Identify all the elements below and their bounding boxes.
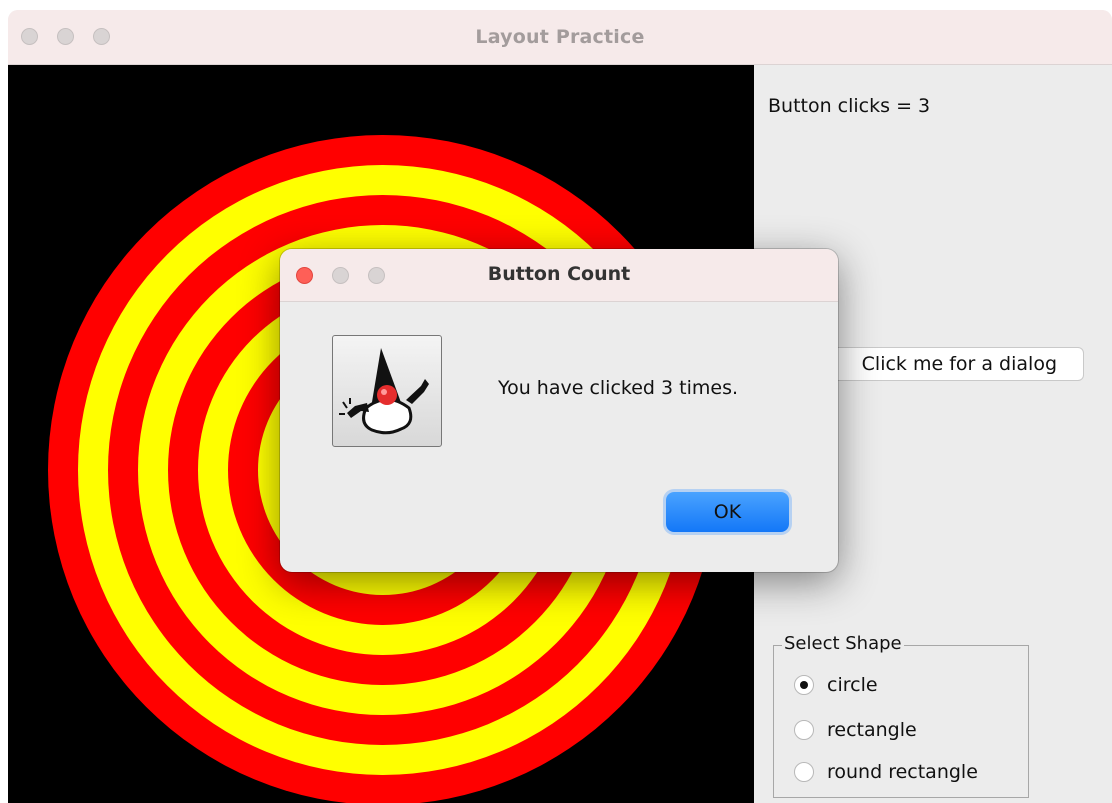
shape-option-label: round rectangle xyxy=(827,761,978,783)
radio-button-checked[interactable] xyxy=(794,675,814,695)
select-shape-title: Select Shape xyxy=(782,633,904,654)
ok-button[interactable]: OK xyxy=(666,492,789,532)
dialog-title: Button Count xyxy=(487,263,631,285)
dialog-titlebar[interactable]: Button Count xyxy=(280,249,838,302)
titlebar[interactable]: Layout Practice xyxy=(8,10,1112,65)
button-count-dialog: Button Count You have clicked 3 times. O… xyxy=(280,249,838,572)
java-duke-icon xyxy=(332,335,442,447)
shape-option-rectangle[interactable]: rectangle xyxy=(794,717,917,743)
shape-option-label: rectangle xyxy=(827,719,917,741)
show-dialog-button[interactable]: Click me for a dialog xyxy=(814,347,1084,381)
shape-option-label: circle xyxy=(827,674,878,696)
select-shape-group: Select Shape circle rectangle round rect… xyxy=(773,633,1029,798)
dialog-message: You have clicked 3 times. xyxy=(498,377,739,399)
window-title: Layout Practice xyxy=(475,26,645,48)
radio-button[interactable] xyxy=(794,762,814,782)
shape-option-circle[interactable]: circle xyxy=(794,672,878,698)
button-clicks-label: Button clicks = 3 xyxy=(768,95,931,117)
shape-option-round-rectangle[interactable]: round rectangle xyxy=(794,759,978,785)
radio-button[interactable] xyxy=(794,720,814,740)
